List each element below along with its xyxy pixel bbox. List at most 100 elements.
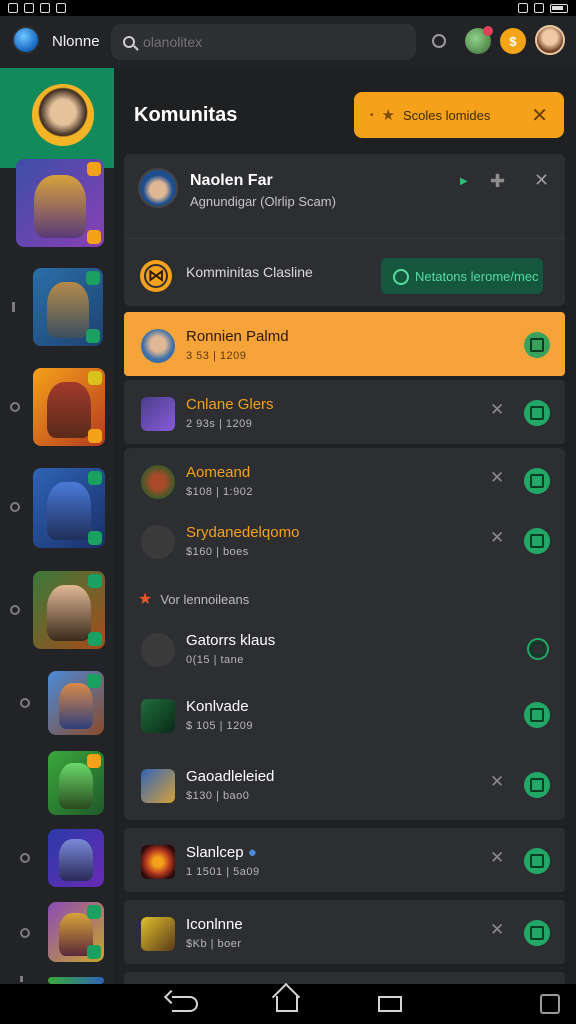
game-art	[47, 282, 89, 339]
section-label: ★ Vor lennoileans	[138, 589, 249, 609]
shield-icon: ●	[247, 844, 257, 861]
item-meta: 3 53 | 1209	[186, 350, 247, 362]
item-action-icon[interactable]	[524, 702, 550, 728]
list-item[interactable]: Aomeand $108 | 1:902 ✕	[124, 448, 565, 512]
game-tile-5[interactable]	[33, 571, 105, 649]
badge-icon	[87, 162, 101, 176]
item-name: Gatorrs klaus	[186, 632, 276, 649]
list-item[interactable]: Konlvade $ 105 | 1209	[124, 682, 565, 746]
divider	[124, 238, 565, 239]
item-action-icon[interactable]	[524, 848, 550, 874]
community-action-button[interactable]: Netatons lerome/mec	[381, 258, 543, 294]
play-icon[interactable]: ▶	[460, 176, 468, 187]
back-icon[interactable]	[172, 996, 198, 1012]
coins-button[interactable]: $	[500, 28, 526, 54]
image-icon	[56, 3, 66, 13]
search-input[interactable]	[143, 34, 393, 50]
badge-icon	[88, 531, 102, 545]
search-bar[interactable]	[111, 24, 416, 60]
game-tile-10[interactable]	[48, 977, 104, 984]
item-action-icon[interactable]	[524, 332, 550, 358]
screenshot-icon[interactable]	[540, 994, 560, 1014]
badge-icon	[87, 905, 101, 919]
game-tile-1[interactable]	[16, 159, 104, 247]
badge-icon	[86, 329, 100, 343]
remove-icon[interactable]: ✕	[490, 920, 504, 940]
game-tile-7[interactable]	[48, 751, 104, 815]
item-action-icon[interactable]	[524, 528, 550, 554]
mail-icon	[40, 3, 50, 13]
puzzle-icon[interactable]: ✚	[490, 171, 505, 192]
badge-icon	[87, 674, 101, 688]
item-thumb	[141, 699, 175, 733]
list-item-partial	[124, 972, 565, 984]
list-item[interactable]: Cnlane Glers 2 93s | 1209 ✕	[124, 380, 565, 444]
item-name: Slanlcep ●	[186, 844, 257, 861]
list-item[interactable]: Slanlcep ● 1 1501 | 5a09 ✕	[124, 828, 565, 892]
star-icon: ★	[381, 107, 395, 124]
game-tile-6[interactable]	[48, 671, 104, 735]
magnifier-icon	[432, 34, 446, 48]
rail-marker[interactable]	[20, 928, 30, 938]
remove-icon[interactable]: ✕	[490, 848, 504, 868]
profile-avatar[interactable]	[535, 25, 565, 55]
item-name: Iconlnne	[186, 916, 243, 933]
notification-dot	[483, 26, 493, 36]
top-bar: Nlonne $	[0, 16, 576, 68]
badge-icon	[88, 574, 102, 588]
item-meta: 1 1501 | 5a09	[186, 866, 260, 878]
game-tile-3[interactable]	[33, 368, 105, 446]
list-item[interactable]: Gaoadleleied $130 | bao0 ✕	[124, 752, 565, 816]
rail-marker[interactable]	[20, 698, 30, 708]
rail-marker[interactable]	[10, 402, 20, 412]
profile-card: Naolen Far Agnundigar (Olrlip Scam) ▶ ✚ …	[124, 154, 565, 306]
game-tile-8[interactable]	[48, 829, 104, 887]
remove-icon[interactable]: ✕	[490, 468, 504, 488]
game-art	[47, 585, 91, 642]
game-tile-9[interactable]	[48, 902, 104, 962]
list-item[interactable]: Gatorrs klaus 0(15 | tane	[124, 616, 565, 680]
rail-marker[interactable]	[20, 853, 30, 863]
remove-icon[interactable]: ✕	[490, 528, 504, 548]
profile-avatar-icon[interactable]	[138, 168, 178, 208]
remove-icon[interactable]: ✕	[490, 400, 504, 420]
item-thumb	[141, 917, 175, 951]
game-notification-button[interactable]	[465, 26, 493, 54]
game-tile-4[interactable]	[33, 468, 105, 548]
badge-icon	[86, 271, 100, 285]
game-art	[47, 482, 91, 540]
rail-marker[interactable]	[10, 605, 20, 615]
star-icon: ★	[138, 591, 153, 608]
close-icon[interactable]: ✕	[534, 170, 549, 191]
page-title: Komunitas	[134, 104, 238, 126]
remove-icon[interactable]: ✕	[490, 772, 504, 792]
list-item[interactable]: Srydanedelqomo $160 | boes ✕	[124, 508, 565, 572]
recent-apps-icon[interactable]	[378, 996, 402, 1012]
list-item[interactable]: Iconlnne $Kb | boer ✕	[124, 900, 565, 964]
item-action-icon[interactable]	[524, 772, 550, 798]
app-logo-icon[interactable]	[12, 26, 40, 54]
home-icon[interactable]	[276, 996, 298, 1012]
close-chip-icon[interactable]: ✕	[531, 103, 548, 128]
item-action-icon[interactable]	[524, 468, 550, 494]
main-panel: Komunitas • ★ Scoles lomides ✕ Naolen Fa…	[114, 68, 576, 984]
game-tile-2[interactable]	[33, 268, 103, 346]
item-thumb	[141, 465, 175, 499]
item-meta: $160 | boes	[186, 546, 249, 558]
user-avatar[interactable]	[32, 84, 94, 146]
filter-chip[interactable]: • ★ Scoles lomides ✕	[354, 92, 564, 138]
item-thumb	[141, 769, 175, 803]
rail-marker[interactable]	[10, 502, 20, 512]
system-nav-bar	[0, 984, 576, 1024]
rail-marker	[12, 302, 15, 312]
item-action-icon[interactable]	[524, 400, 550, 426]
item-thumb	[141, 397, 175, 431]
refresh-icon[interactable]	[527, 638, 549, 660]
app-notification-icon	[24, 3, 34, 13]
search-button[interactable]	[426, 28, 452, 54]
item-action-icon[interactable]	[524, 920, 550, 946]
profile-subtitle: Agnundigar (Olrlip Scam)	[190, 194, 336, 209]
rail-active-item[interactable]	[0, 68, 114, 168]
list-item[interactable]: Ronnien Palmd 3 53 | 1209	[124, 312, 565, 376]
badge-icon	[88, 371, 102, 385]
